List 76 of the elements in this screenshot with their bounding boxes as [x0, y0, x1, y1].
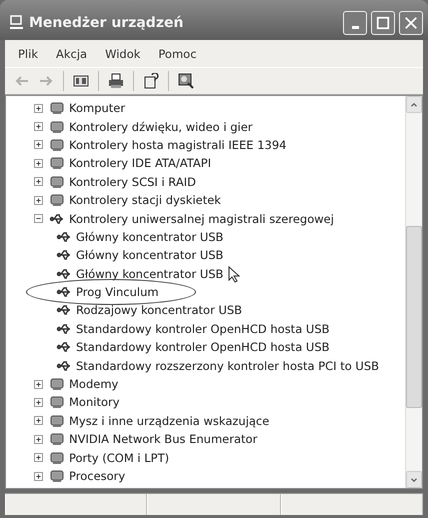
tree-item[interactable]: Porty (COM i LPT)	[69, 450, 170, 465]
minimize-icon	[352, 26, 358, 29]
menu-item[interactable]: Pomoc	[149, 46, 206, 60]
tree-item[interactable]: Procesory	[69, 469, 126, 483]
expand-toggle[interactable]	[34, 434, 43, 444]
tree-item[interactable]: Główny koncentrator USB	[76, 266, 224, 281]
expand-toggle[interactable]	[34, 122, 43, 132]
tree-item[interactable]: Standardowy kontroler OpenHCD hosta USB	[76, 340, 330, 354]
close-button[interactable]	[399, 11, 423, 35]
expand-icon	[35, 104, 42, 112]
device-icon	[49, 412, 65, 429]
toolbar-button[interactable]	[142, 72, 160, 90]
maximize-button[interactable]	[371, 11, 395, 35]
scrollbar[interactable]	[405, 96, 422, 488]
expand-toggle[interactable]	[34, 472, 43, 480]
tree-item[interactable]: Standardowy kontroler OpenHCD hosta USB	[76, 322, 330, 336]
device-icon	[49, 100, 65, 116]
expand-toggle[interactable]	[34, 416, 43, 426]
expand-icon	[35, 380, 42, 388]
expand-toggle[interactable]	[34, 196, 43, 205]
tree-item[interactable]: Komputer	[69, 101, 126, 116]
device-icon	[49, 155, 65, 172]
expand-toggle[interactable]	[34, 214, 43, 224]
expand-icon	[35, 123, 42, 130]
expand-toggle[interactable]	[34, 158, 43, 168]
tree-item[interactable]: Główny koncentrator USB	[76, 248, 224, 262]
tree-item[interactable]: Modemy	[69, 377, 118, 392]
panel-icon	[73, 73, 89, 89]
expand-icon	[35, 141, 42, 148]
device-icon	[49, 136, 65, 153]
tree-item[interactable]: Kontrolery uniwersalnej magistrali szeregowej	[69, 212, 334, 226]
expand-toggle[interactable]	[34, 140, 43, 150]
menu-item[interactable]: Plik	[9, 46, 47, 60]
tree-item[interactable]: Kontrolery IDE ATA/ATAPI	[69, 156, 212, 170]
properties-icon	[143, 73, 159, 89]
tree-item[interactable]: Kontrolery hosta magistrali IEEE 1394	[69, 138, 286, 152]
expand-icon	[35, 472, 42, 480]
tree-item[interactable]: Kontrolery SCSI i RAID	[69, 174, 196, 189]
expand-icon	[35, 178, 42, 186]
tree-item[interactable]: NVIDIA Network Bus Enumerator	[69, 432, 258, 446]
close-icon	[404, 16, 418, 30]
expand-toggle[interactable]	[34, 453, 43, 462]
device-icon	[49, 394, 65, 410]
expand-icon	[35, 436, 42, 443]
tree-item[interactable]: Główny koncentrator USB	[76, 230, 224, 244]
tree-item[interactable]: Standardowy rozszerzony kontroler hosta PCI to USB	[76, 358, 380, 373]
menu-item[interactable]: Widok	[96, 46, 150, 60]
tree-item[interactable]: Kontrolery stacji dyskietek	[69, 193, 221, 208]
toolbar-button[interactable]	[107, 72, 125, 90]
scroll-thumb[interactable]	[406, 226, 422, 408]
tree-item[interactable]: Mysz i inne urządzenia wskazujące	[69, 414, 270, 428]
tree-item[interactable]: Kontrolery dźwięku, wideo i gier	[69, 120, 253, 134]
maximize-icon	[376, 16, 390, 30]
expand-icon	[35, 196, 42, 204]
device-icon	[49, 192, 65, 208]
expand-toggle[interactable]	[34, 398, 43, 407]
device-icon	[49, 174, 65, 190]
tree-item[interactable]: Rodzajowy koncentrator USB	[76, 303, 242, 318]
window-title: Menedżer urządzeń	[29, 15, 184, 31]
expand-icon	[35, 160, 42, 167]
expand-toggle[interactable]	[34, 104, 43, 113]
expand-icon	[35, 417, 42, 424]
expand-toggle[interactable]	[34, 177, 43, 186]
device-icon	[49, 431, 65, 448]
minimize-button[interactable]	[343, 11, 367, 35]
device-icon	[49, 118, 65, 135]
device-icon	[49, 450, 65, 466]
tree-item[interactable]: Prog Vinculum	[76, 285, 159, 300]
expand-icon	[35, 454, 42, 462]
tree-item[interactable]: Monitory	[69, 395, 120, 410]
expand-toggle[interactable]	[34, 380, 43, 389]
expand-icon	[35, 398, 42, 406]
print-icon	[108, 73, 124, 89]
menu-item[interactable]: Akcja	[47, 46, 96, 60]
device-icon	[49, 468, 65, 484]
device-icon	[49, 376, 65, 392]
